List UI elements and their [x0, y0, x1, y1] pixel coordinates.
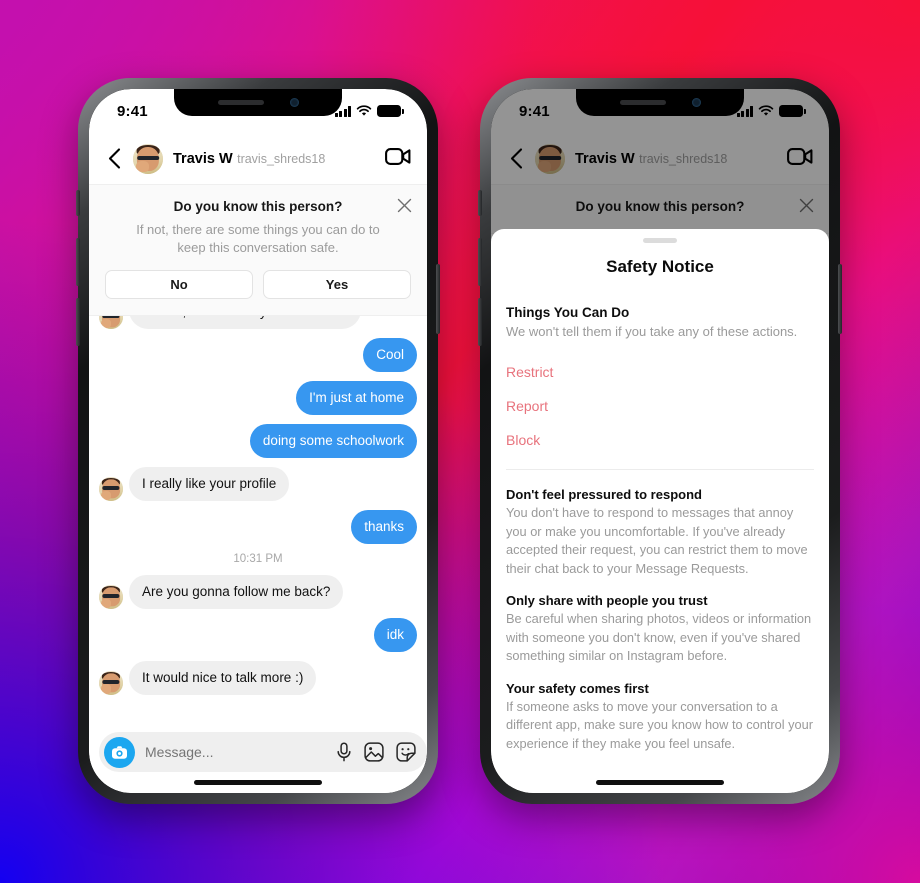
- phone-left-inner: 9:41 Travis W travis_shreds18 Do you kno…: [89, 89, 427, 793]
- message-bubble-out[interactable]: thanks: [351, 509, 417, 544]
- know-person-card: Do you know this person? If not, there a…: [89, 185, 427, 316]
- message-avatar[interactable]: [99, 670, 123, 695]
- phone-left: 9:41 Travis W travis_shreds18 Do you kno…: [76, 78, 440, 804]
- safety-notice-title: Safety Notice: [606, 256, 714, 276]
- phone-right-screen: 9:41 Travis W travis_shreds18 Do you kno…: [491, 89, 829, 793]
- message-row: Cool: [99, 337, 417, 372]
- safety-tip-heading: Only share with people you trust: [506, 593, 708, 609]
- photo-gallery-icon[interactable]: [364, 742, 384, 762]
- chat-header: Travis W travis_shreds18: [89, 133, 427, 185]
- sticker-icon[interactable]: [396, 742, 416, 762]
- volume-up-button-right[interactable]: [478, 238, 482, 286]
- mute-switch[interactable]: [76, 190, 80, 216]
- avatar[interactable]: [133, 143, 163, 174]
- composer-pill: [99, 732, 427, 772]
- safety-action-restrict[interactable]: Restrict: [506, 355, 814, 389]
- message-row: doing some schoolwork: [99, 423, 417, 458]
- phone-right-inner: 9:41 Travis W travis_shreds18 Do you kno…: [491, 89, 829, 793]
- front-camera-icon: [691, 98, 701, 107]
- safety-action-list: Restrict Report Block: [506, 355, 814, 457]
- message-bubble-out[interactable]: I'm just at home: [296, 380, 417, 415]
- message-timestamp: 10:31 PM: [233, 552, 283, 565]
- status-time: 9:41: [117, 102, 148, 120]
- message-row: I really like your profile: [99, 466, 417, 501]
- close-x-icon[interactable]: [397, 198, 413, 214]
- safety-tip-text: You don't have to respond to messages th…: [506, 504, 808, 576]
- safety-notice-sheet: Safety Notice Things You Can Do We won't…: [491, 229, 829, 793]
- message-row: thanks: [99, 509, 417, 544]
- message-bubble-out[interactable]: doing some schoolwork: [249, 423, 417, 458]
- contact-name: Travis W: [173, 150, 233, 167]
- contact-handle: travis_shreds18: [237, 151, 326, 166]
- safety-tip-text: Be careful when sharing photos, videos o…: [506, 611, 812, 664]
- message-row: idk: [99, 617, 417, 652]
- volume-down-button[interactable]: [76, 298, 80, 346]
- safety-tips-list: Don't feel pressured to respond You don't…: [506, 470, 814, 753]
- status-indicators: [334, 105, 404, 117]
- drag-handle-icon[interactable]: [643, 238, 677, 243]
- message-list[interactable]: I'm having dinner with some friends, wha…: [89, 291, 427, 727]
- know-person-subtitle: If not, there are some things you can do…: [136, 222, 380, 255]
- message-input[interactable]: [145, 744, 326, 760]
- safety-tip-heading: Don't feel pressured to respond: [506, 486, 702, 502]
- mute-switch-right[interactable]: [478, 190, 482, 216]
- message-row: I'm just at home: [99, 380, 417, 415]
- message-bubble-in[interactable]: Are you gonna follow me back?: [129, 574, 344, 609]
- home-indicator-right[interactable]: [596, 780, 724, 785]
- front-camera-icon: [289, 98, 299, 107]
- safety-tip: Only share with people you trust Be caref…: [506, 593, 814, 666]
- things-you-can-do-sub: We won't tell them if you take any of th…: [506, 323, 798, 339]
- know-person-title: Do you know this person?: [173, 199, 343, 214]
- camera-icon[interactable]: [104, 736, 135, 768]
- notch-right: [576, 89, 744, 116]
- volume-up-button[interactable]: [76, 238, 80, 286]
- safety-tip-text: If someone asks to move your conversatio…: [506, 698, 814, 751]
- yes-button[interactable]: Yes: [263, 269, 411, 299]
- message-bubble-in[interactable]: I really like your profile: [129, 466, 290, 501]
- no-button[interactable]: No: [105, 269, 253, 299]
- message-bubble-out[interactable]: Cool: [363, 337, 417, 372]
- volume-down-button-right[interactable]: [478, 298, 482, 346]
- safety-tip: Don't feel pressured to respond You don't…: [506, 487, 814, 578]
- header-identity[interactable]: Travis W travis_shreds18: [173, 150, 385, 168]
- earpiece-speaker: [619, 100, 666, 105]
- things-you-can-do-heading: Things You Can Do: [506, 304, 630, 320]
- home-indicator[interactable]: [194, 780, 322, 785]
- safety-action-report[interactable]: Report: [506, 389, 814, 423]
- message-bubble-out[interactable]: idk: [373, 617, 417, 652]
- message-avatar[interactable]: [99, 584, 123, 609]
- power-button-right[interactable]: [838, 264, 842, 334]
- back-chevron-icon[interactable]: [101, 146, 127, 172]
- safety-notice-body: Things You Can Do We won't tell them if …: [491, 305, 829, 754]
- phone-left-screen: 9:41 Travis W travis_shreds18 Do you kno…: [89, 89, 427, 793]
- power-button[interactable]: [436, 264, 440, 334]
- safety-tip: Your safety comes first If someone asks t…: [506, 681, 814, 754]
- message-avatar[interactable]: [99, 476, 123, 501]
- phone-right: 9:41 Travis W travis_shreds18 Do you kno…: [478, 78, 842, 804]
- know-person-buttons: No Yes: [105, 269, 411, 299]
- wifi-icon: [356, 105, 372, 116]
- message-row: Are you gonna follow me back?: [99, 574, 417, 609]
- video-call-icon[interactable]: [385, 147, 411, 171]
- message-row: It would nice to talk more :): [99, 660, 417, 695]
- battery-full-icon: [377, 105, 404, 117]
- safety-action-block[interactable]: Block: [506, 423, 814, 457]
- message-bubble-in[interactable]: It would nice to talk more :): [129, 660, 317, 695]
- earpiece-speaker: [217, 100, 264, 105]
- composer-actions: [336, 742, 416, 762]
- microphone-icon[interactable]: [336, 742, 352, 762]
- safety-tip-heading: Your safety comes first: [506, 680, 649, 696]
- notch: [174, 89, 342, 116]
